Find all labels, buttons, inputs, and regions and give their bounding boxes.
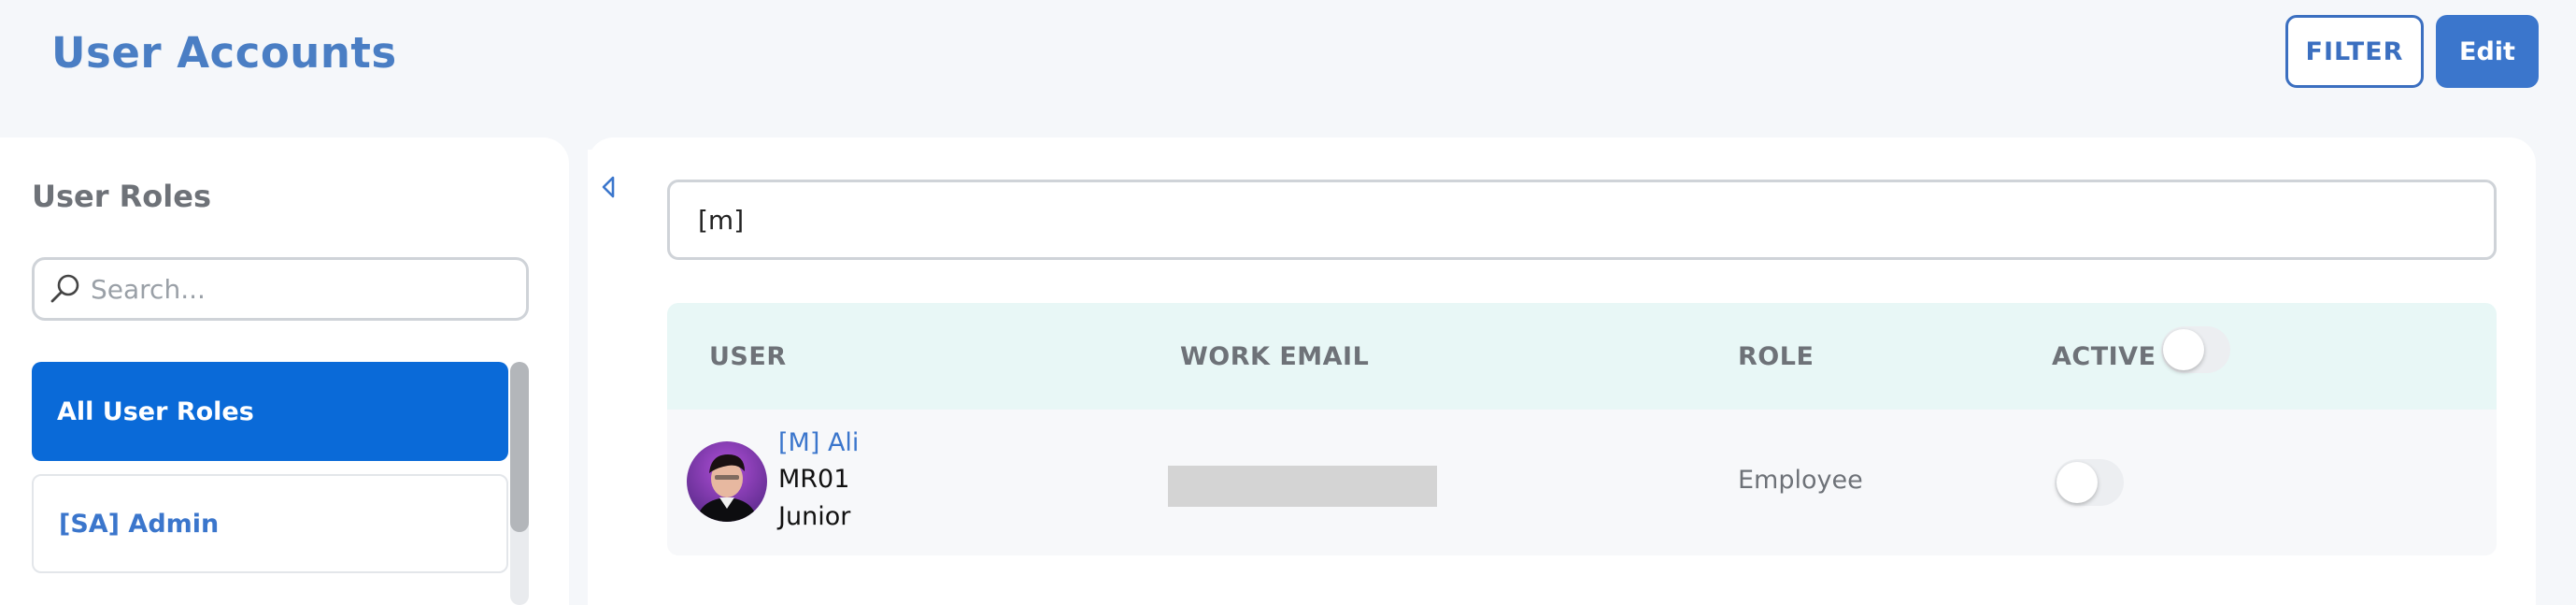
filter-button[interactable]: FILTER: [2285, 15, 2424, 88]
user-code: MR01: [778, 465, 850, 494]
collapse-panel-button[interactable]: [588, 150, 629, 224]
role-item-sa-admin[interactable]: [SA] Admin: [32, 474, 508, 573]
role-item-all-user-roles[interactable]: All User Roles: [32, 362, 508, 461]
roles-scrollbar-thumb[interactable]: [510, 362, 529, 532]
role-cell: Employee: [1738, 466, 1863, 495]
column-header-active[interactable]: ACTIVE: [2052, 303, 2156, 410]
user-active-toggle[interactable]: [2055, 459, 2124, 506]
active-filter-toggle[interactable]: [2161, 326, 2230, 373]
column-header-role[interactable]: ROLE: [1738, 303, 1814, 410]
avatar: [687, 441, 767, 522]
user-name-link[interactable]: [M] Ali: [778, 428, 859, 457]
roles-search-placeholder: Search...: [91, 273, 206, 305]
user-search-field[interactable]: [698, 204, 2494, 236]
work-email-redacted: [1168, 466, 1437, 507]
user-search-input[interactable]: [667, 180, 2497, 260]
column-header-work-email[interactable]: WORK EMAIL: [1180, 303, 1369, 410]
table-row[interactable]: [667, 410, 2497, 555]
page-title: User Accounts: [51, 28, 397, 78]
edit-button[interactable]: Edit: [2436, 15, 2539, 88]
column-header-user[interactable]: USER: [709, 303, 787, 410]
user-roles-title: User Roles: [32, 179, 211, 214]
roles-search-input[interactable]: Search...: [32, 257, 529, 321]
collapse-chevron-icon: [602, 176, 615, 198]
toggle-knob: [2057, 462, 2098, 503]
user-level: Junior: [778, 502, 851, 531]
search-icon: [50, 274, 79, 303]
roles-list-items: All User Roles [SA] Admin: [32, 362, 508, 586]
toggle-knob: [2163, 329, 2204, 370]
